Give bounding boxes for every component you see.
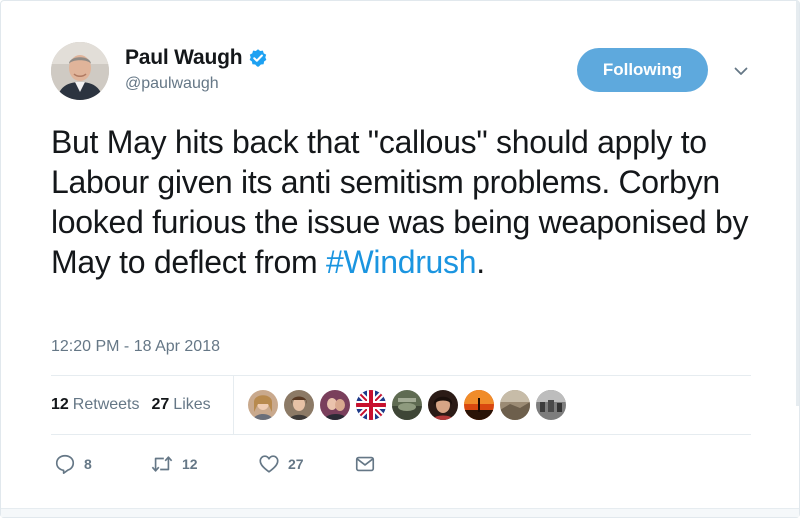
- liker-avatar[interactable]: [428, 390, 458, 420]
- hashtag-link[interactable]: #Windrush: [326, 244, 477, 280]
- heart-icon: [258, 453, 280, 475]
- likes-stat[interactable]: 27 Likes: [152, 396, 211, 414]
- chevron-down-icon[interactable]: [733, 63, 749, 79]
- tweet-stats: 12 Retweets 27 Likes: [51, 396, 211, 414]
- liker-avatar[interactable]: [356, 390, 386, 420]
- author-display-name[interactable]: Paul Waugh: [125, 46, 243, 70]
- reply-count: 8: [84, 456, 92, 472]
- tweet-card: Paul Waugh @paulwaugh Following But May …: [0, 0, 800, 518]
- retweet-count: 12: [182, 456, 198, 472]
- like-button[interactable]: 27: [258, 453, 354, 475]
- retweets-stat-label: Retweets: [72, 396, 140, 413]
- tweet-text-end: .: [476, 244, 485, 280]
- tweet-header: Paul Waugh @paulwaugh Following: [51, 41, 759, 101]
- tweet-actions: 8 12 27: [54, 451, 376, 477]
- bottom-strip: [1, 508, 799, 517]
- reply-icon: [54, 453, 76, 475]
- likes-stat-count: 27: [151, 396, 170, 413]
- scrollbar-edge: [796, 1, 799, 406]
- author-avatar-image: [51, 42, 109, 100]
- retweet-button[interactable]: 12: [150, 453, 258, 475]
- author-info: Paul Waugh @paulwaugh: [125, 45, 268, 93]
- tweet-stats-row: 12 Retweets 27 Likes: [51, 375, 751, 435]
- direct-message-button[interactable]: [354, 453, 376, 475]
- author-handle[interactable]: @paulwaugh: [125, 75, 268, 93]
- like-count: 27: [288, 456, 304, 472]
- reply-button[interactable]: 8: [54, 453, 150, 475]
- liker-avatar[interactable]: [320, 390, 350, 420]
- verified-badge-icon: [248, 48, 268, 68]
- liker-avatar[interactable]: [536, 390, 566, 420]
- envelope-icon: [354, 453, 376, 475]
- stats-divider: [233, 376, 234, 434]
- author-avatar[interactable]: [51, 42, 109, 100]
- liker-avatar[interactable]: [284, 390, 314, 420]
- liker-avatar[interactable]: [464, 390, 494, 420]
- liker-avatar[interactable]: [248, 390, 278, 420]
- retweets-stat-count: 12: [51, 396, 69, 413]
- author-name-row: Paul Waugh: [125, 45, 268, 71]
- following-button[interactable]: Following: [577, 48, 708, 92]
- retweet-icon: [150, 453, 174, 475]
- liker-avatar[interactable]: [500, 390, 530, 420]
- likes-stat-label: Likes: [173, 396, 211, 413]
- liker-avatars: [248, 390, 572, 420]
- tweet-timestamp[interactable]: 12:20 PM - 18 Apr 2018: [51, 338, 220, 356]
- retweets-stat[interactable]: 12 Retweets: [51, 396, 140, 414]
- liker-avatar[interactable]: [392, 390, 422, 420]
- tweet-text: But May hits back that "callous" should …: [51, 122, 771, 282]
